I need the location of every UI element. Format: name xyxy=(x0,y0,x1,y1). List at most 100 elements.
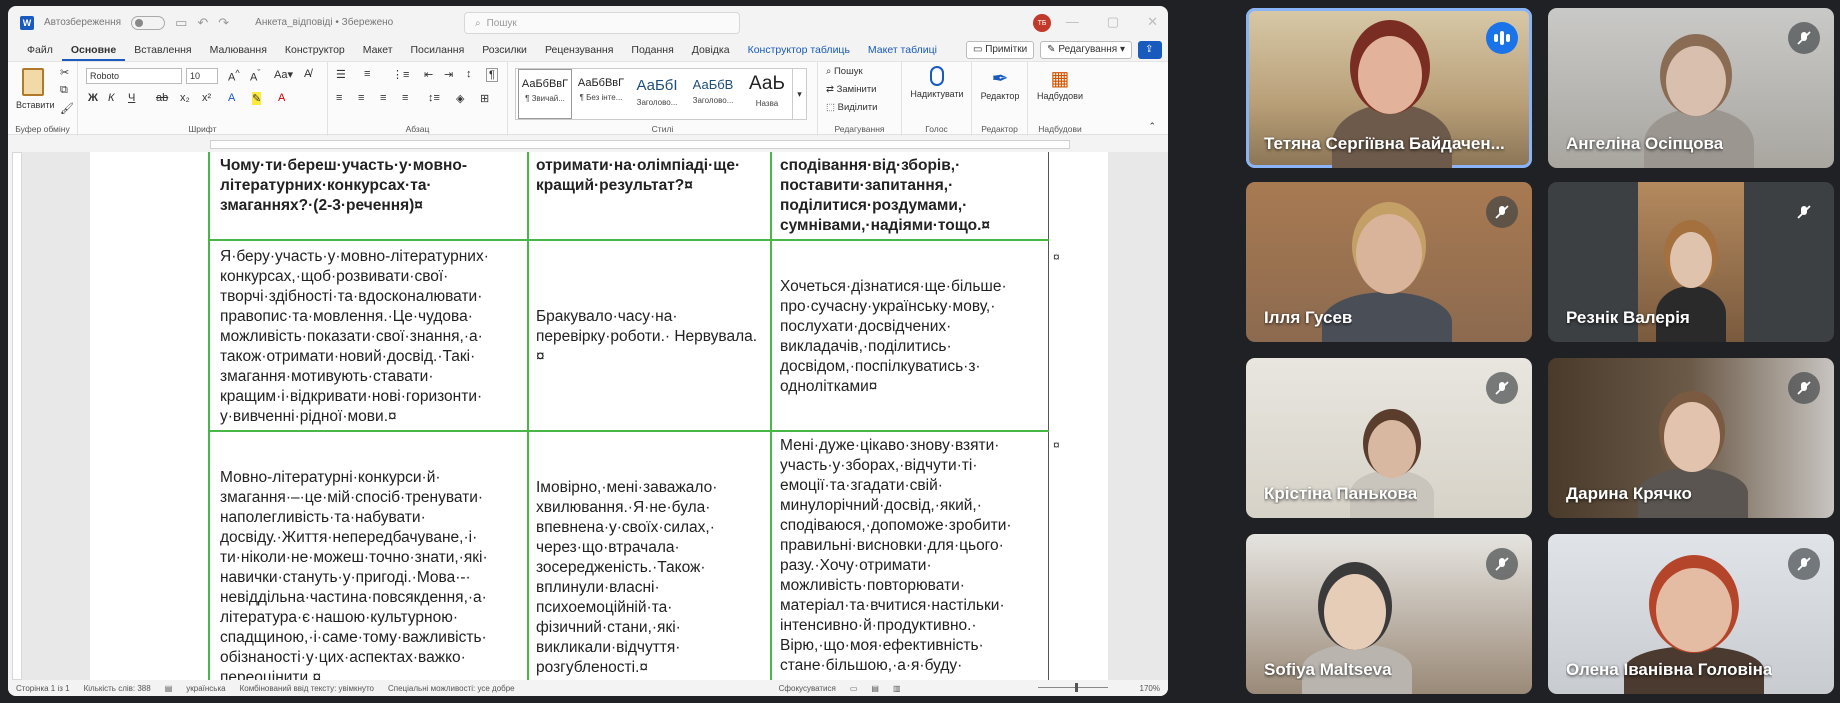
shrink-font-icon[interactable]: Aˇ xyxy=(250,68,260,84)
decrease-indent-icon[interactable]: ⇤ xyxy=(424,68,433,81)
change-case-icon[interactable]: Aa▾ xyxy=(274,68,293,81)
avatar[interactable]: ТБ xyxy=(1033,14,1051,32)
table-header-cell-1[interactable]: Чому·ти·береш·участь·у·мовно-літературни… xyxy=(220,156,520,216)
tab-file[interactable]: Файл xyxy=(18,39,62,61)
document-page[interactable]: Чому·ти·береш·участь·у·мовно-літературни… xyxy=(90,152,1108,680)
participant-tile[interactable]: Ангеліна Осіпцова xyxy=(1548,8,1834,168)
print-layout-icon[interactable]: ▤ xyxy=(871,684,879,693)
tab-table-design[interactable]: Конструктор таблиць xyxy=(739,39,859,61)
participant-tile[interactable]: Тетяна Сергіївна Байдачен... xyxy=(1246,8,1532,168)
borders-icon[interactable]: ⊞ xyxy=(480,92,489,105)
table-cell-r2c3[interactable]: Мені·дуже·цікаво·знову·взяти· участь·у·з… xyxy=(780,436,1042,676)
predictive-text-status[interactable]: Комбінований ввід тексту: увімкнуто xyxy=(240,684,374,693)
editing-mode-button[interactable]: ✎ Редагування ▾ xyxy=(1040,41,1132,59)
horizontal-ruler[interactable] xyxy=(8,138,1168,150)
bullets-icon[interactable]: ☰ xyxy=(336,68,346,81)
font-color-icon[interactable]: A xyxy=(278,92,285,104)
format-painter-icon[interactable]: 🖌 xyxy=(60,102,74,115)
highlight-icon[interactable]: ✎ xyxy=(252,92,262,105)
table-header-cell-2[interactable]: отримати·на·олімпіаді·ще· кращий·результ… xyxy=(536,156,764,196)
zoom-slider[interactable] xyxy=(1038,687,1108,688)
participant-tile[interactable]: Резнік Валерія xyxy=(1548,182,1834,342)
replace-button[interactable]: ⇄ Замінити xyxy=(826,84,876,95)
tab-design[interactable]: Конструктор xyxy=(276,39,354,61)
align-center-icon[interactable]: ≡ xyxy=(358,92,364,104)
zoom-slider-thumb[interactable] xyxy=(1075,683,1078,692)
table-cell-r2c1[interactable]: Мовно-літературні·конкурси·й· змагання·–… xyxy=(220,468,522,680)
vertical-ruler[interactable] xyxy=(12,152,22,680)
shading-icon[interactable]: ◈ xyxy=(456,92,464,105)
table-cell-r2c2[interactable]: Імовірно,·мені·заважало· хвилювання.·Я·н… xyxy=(536,478,764,678)
superscript-icon[interactable]: x² xyxy=(202,92,211,104)
minimize-icon[interactable]: — xyxy=(1066,14,1079,30)
style-heading1[interactable]: АаБбІ Заголово... xyxy=(630,69,684,119)
editor-button[interactable]: ✒ Редактор xyxy=(974,66,1026,101)
underline-icon[interactable]: Ч xyxy=(128,92,135,104)
proofing-icon[interactable]: ▤ xyxy=(165,684,173,693)
increase-indent-icon[interactable]: ⇥ xyxy=(444,68,453,81)
web-layout-icon[interactable]: ▥ xyxy=(893,684,901,693)
paste-icon[interactable] xyxy=(22,68,44,96)
close-icon[interactable]: ✕ xyxy=(1147,14,1158,30)
subscript-icon[interactable]: x₂ xyxy=(180,92,190,104)
strikethrough-icon[interactable]: ab xyxy=(156,92,168,104)
tab-home[interactable]: Основне xyxy=(61,39,126,61)
justify-icon[interactable]: ≡ xyxy=(402,92,408,104)
document-title[interactable]: Анкета_відповіді • Збережено xyxy=(255,17,393,28)
font-name-select[interactable]: Roboto xyxy=(86,68,182,84)
paste-button[interactable]: Вставити xyxy=(16,100,55,110)
numbering-icon[interactable]: ≡ xyxy=(364,68,370,80)
tab-table-layout[interactable]: Макет таблиці xyxy=(859,39,946,61)
participant-tile[interactable]: Ілля Гусев xyxy=(1246,182,1532,342)
show-marks-icon[interactable]: ¶ xyxy=(486,68,498,82)
align-right-icon[interactable]: ≡ xyxy=(380,92,386,104)
participant-tile[interactable]: Олена Іванівна Головіна xyxy=(1548,534,1834,694)
cut-icon[interactable]: ✂ xyxy=(60,66,69,79)
search-input[interactable]: ⌕ Пошук xyxy=(464,12,740,34)
table-cell-r1c3[interactable]: Хочеться·дізнатися·ще·більше· про·сучасн… xyxy=(780,277,1042,397)
maximize-icon[interactable]: ▢ xyxy=(1107,14,1119,30)
language-status[interactable]: українська xyxy=(186,684,225,693)
read-mode-icon[interactable]: ▭ xyxy=(850,684,858,693)
zoom-level[interactable]: 170% xyxy=(1140,684,1160,693)
share-button[interactable]: ⇪ xyxy=(1138,41,1162,59)
participant-tile[interactable]: Дарина Крячко xyxy=(1548,358,1834,518)
clear-format-icon[interactable]: A̸ xyxy=(304,68,311,80)
participant-tile[interactable]: Крістіна Панькова xyxy=(1246,358,1532,518)
tab-layout[interactable]: Макет xyxy=(354,39,402,61)
style-title[interactable]: АаЬ Назва xyxy=(742,69,792,119)
tab-review[interactable]: Рецензування xyxy=(536,39,622,61)
document-canvas[interactable]: Чому·ти·береш·участь·у·мовно-літературни… xyxy=(22,152,1168,680)
addins-button[interactable]: ▦ Надбудови xyxy=(1030,66,1090,101)
comments-button[interactable]: ▭ Примітки xyxy=(965,41,1035,59)
font-size-select[interactable]: 10 xyxy=(186,68,218,84)
table-cell-r1c2[interactable]: Бракувало·часу·на· перевірку·роботи.· Не… xyxy=(536,307,764,367)
autosave-toggle[interactable] xyxy=(131,15,166,30)
find-button[interactable]: ⌕ Пошук xyxy=(826,66,863,77)
tab-help[interactable]: Довідка xyxy=(683,39,739,61)
accessibility-status[interactable]: Спеціальні можливості: усе добре xyxy=(388,684,515,693)
save-icon[interactable]: ▭ xyxy=(175,15,187,31)
tab-mailings[interactable]: Розсилки xyxy=(473,39,536,61)
word-count[interactable]: Кількість слів: 388 xyxy=(84,684,151,693)
text-effects-icon[interactable]: A xyxy=(228,92,235,104)
tab-references[interactable]: Посилання xyxy=(402,39,474,61)
copy-icon[interactable]: ⧉ xyxy=(60,84,68,97)
table-cell-r1c1[interactable]: Я·беру·участь·у·мовно-літературних· конк… xyxy=(220,247,522,427)
sort-icon[interactable]: ↕ xyxy=(466,68,472,80)
focus-button[interactable]: Сфокусуватися xyxy=(779,684,836,693)
styles-more-icon[interactable]: ▾ xyxy=(792,69,806,119)
grow-font-icon[interactable]: A^ xyxy=(228,68,240,84)
undo-icon[interactable]: ↶ xyxy=(197,15,208,31)
style-no-spacing[interactable]: АаБбВвГ ¶ Без інте... xyxy=(574,69,628,119)
collapse-ribbon-icon[interactable]: ⌃ xyxy=(1148,121,1156,132)
align-left-icon[interactable]: ≡ xyxy=(336,92,342,104)
style-normal[interactable]: АаБбВвГ ¶ Звичай... xyxy=(518,69,572,119)
redo-icon[interactable]: ↷ xyxy=(218,15,229,31)
page-count[interactable]: Сторінка 1 із 1 xyxy=(16,684,70,693)
tab-draw[interactable]: Малювання xyxy=(201,39,276,61)
style-heading2[interactable]: АаБбВ Заголово... xyxy=(686,69,740,119)
tab-insert[interactable]: Вставлення xyxy=(125,39,200,61)
line-spacing-icon[interactable]: ↕≡ xyxy=(428,92,440,104)
tab-view[interactable]: Подання xyxy=(622,39,682,61)
